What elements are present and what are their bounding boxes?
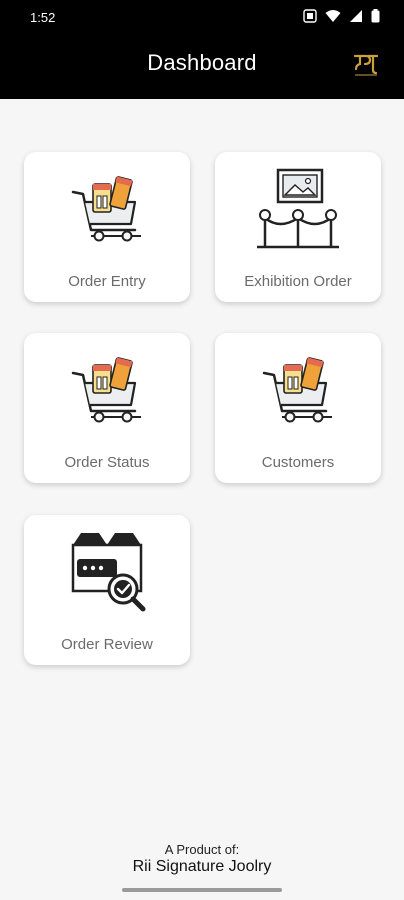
tile-label: Exhibition Order: [244, 273, 352, 290]
exhibition-frame-icon: [257, 168, 339, 249]
shopping-cart-icon: [262, 357, 332, 423]
tile-label: Customers: [261, 454, 335, 471]
app-bar: 1:52 Dashboard: [0, 0, 404, 99]
tile-label: Order Status: [64, 454, 150, 471]
tile-order-entry[interactable]: Order Entry: [24, 152, 190, 302]
tile-label: Order Entry: [68, 273, 146, 290]
signal-icon: [350, 10, 362, 22]
tile-order-status[interactable]: Order Status: [24, 333, 190, 483]
page-title: Dashboard: [147, 50, 257, 75]
tile-label: Order Review: [61, 636, 153, 653]
wifi-icon: [325, 10, 341, 22]
battery-icon: [371, 9, 380, 23]
shopping-cart-icon: [71, 176, 141, 242]
home-indicator[interactable]: [122, 888, 282, 892]
brand-logo-icon: [353, 54, 379, 76]
tile-order-review[interactable]: Order Review: [24, 515, 190, 665]
status-icons: [303, 9, 380, 23]
package-review-icon: [71, 533, 146, 612]
footer-brand: Rii Signature Joolry: [132, 858, 272, 875]
tile-customers[interactable]: Customers: [215, 333, 381, 483]
shopping-cart-icon: [71, 357, 141, 423]
screen-record-icon: [303, 9, 317, 23]
tile-exhibition-order[interactable]: Exhibition Order: [215, 152, 381, 302]
status-bar: 1:52: [0, 0, 404, 36]
status-time: 1:52: [30, 10, 56, 25]
footer-caption: A Product of:: [164, 842, 240, 857]
